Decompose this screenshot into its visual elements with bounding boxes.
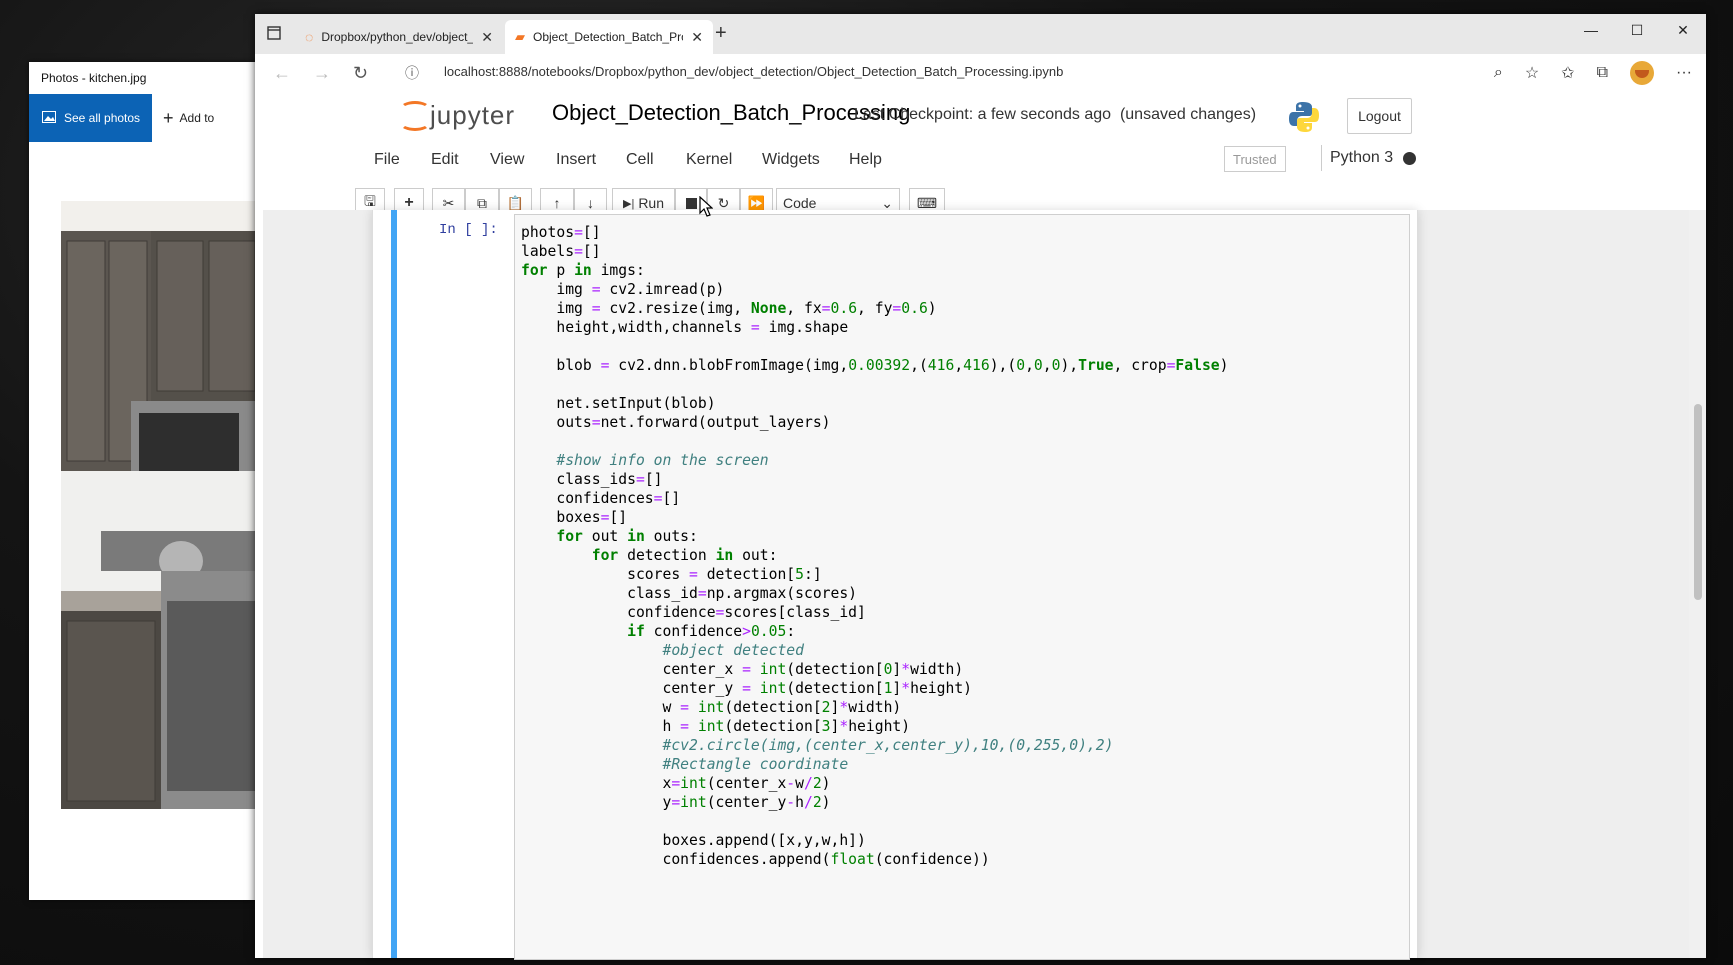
photos-window: Photos - kitchen.jpg See all photos + Ad…: [29, 62, 260, 900]
photos-toolbar: See all photos + Add to: [29, 94, 260, 142]
arrow-down-icon: ↓: [587, 195, 594, 211]
browser-actions: ⌕ ☆ ✩ ⧉ ···: [1494, 54, 1692, 92]
kernel-indicator: Python 3: [1321, 145, 1417, 171]
notebook-favicon-icon: ▰: [515, 29, 525, 44]
close-icon[interactable]: ✕: [691, 29, 703, 46]
url-field[interactable]: localhost:8888/notebooks/Dropbox/python_…: [444, 64, 1063, 79]
new-tab-icon[interactable]: +: [715, 22, 727, 45]
see-all-label: See all photos: [64, 111, 141, 125]
more-icon[interactable]: ···: [1676, 64, 1692, 82]
menu-insert[interactable]: Insert: [556, 142, 596, 178]
menu-edit[interactable]: Edit: [431, 142, 459, 178]
vertical-scrollbar[interactable]: [1689, 210, 1706, 958]
zoom-icon[interactable]: ⌕: [1494, 64, 1503, 82]
favorites-icon[interactable]: ✩: [1561, 63, 1574, 83]
plus-icon: +: [163, 107, 174, 128]
menu-kernel[interactable]: Kernel: [686, 142, 732, 178]
scissors-icon: ✂: [442, 194, 455, 211]
close-window-icon[interactable]: ✕: [1660, 14, 1706, 46]
tab-bar: ◌ Dropbox/python_dev/object_det ✕ ▰ Obje…: [255, 14, 1706, 54]
address-bar: ← → ↻ ⓘ localhost:8888/notebooks/Dropbox…: [255, 54, 1706, 93]
tab-notebook[interactable]: ▰ Object_Detection_Batch_Process ✕: [505, 20, 713, 54]
menu-bar: File Edit View Insert Cell Kernel Widget…: [255, 142, 1706, 178]
scrollbar-thumb[interactable]: [1694, 404, 1702, 600]
menu-widgets[interactable]: Widgets: [762, 142, 820, 178]
stop-icon: [685, 197, 697, 209]
copy-icon: ⧉: [477, 194, 487, 211]
maximize-icon[interactable]: ☐: [1614, 14, 1660, 46]
add-favorite-icon[interactable]: ☆: [1525, 63, 1539, 83]
kernel-name: Python 3: [1330, 149, 1394, 166]
add-to-label: Add to: [179, 111, 215, 125]
cell-type-value: Code: [783, 195, 817, 211]
tab-label: Dropbox/python_dev/object_det: [321, 30, 473, 44]
notebook-container: In [ ]: photos=[] labels=[] for p in img…: [372, 210, 1418, 960]
fast-forward-icon: ⏩: [747, 194, 766, 211]
refresh-icon[interactable]: ↻: [353, 54, 368, 92]
chevron-down-icon: ⌄: [881, 194, 893, 211]
logout-button[interactable]: Logout: [1347, 98, 1412, 134]
jupyter-logo[interactable]: jupyter: [398, 100, 515, 131]
see-all-photos-button[interactable]: See all photos: [29, 94, 152, 142]
add-to-button[interactable]: + Add to: [163, 94, 214, 142]
tab-label: Object_Detection_Batch_Process: [533, 30, 683, 44]
photos-icon: [42, 110, 56, 126]
menu-view[interactable]: View: [490, 142, 524, 178]
tab-dropbox[interactable]: ◌ Dropbox/python_dev/object_det ✕: [295, 20, 503, 54]
arrow-up-icon: ↑: [553, 195, 561, 211]
back-icon[interactable]: ←: [273, 54, 291, 92]
run-label: Run: [638, 195, 664, 211]
jupyter-favicon-icon: ◌: [305, 29, 314, 45]
close-icon[interactable]: ✕: [481, 29, 493, 46]
menu-file[interactable]: File: [374, 142, 400, 178]
photos-title: Photos - kitchen.jpg: [41, 71, 147, 85]
mouse-cursor-icon: [697, 195, 714, 223]
info-icon[interactable]: ⓘ: [405, 54, 419, 92]
keyboard-icon: ⌨: [916, 194, 938, 211]
notebook-area: In [ ]: photos=[] labels=[] for p in img…: [263, 210, 1689, 960]
checkpoint-status: Last Checkpoint: a few seconds ago (unsa…: [854, 106, 1257, 123]
profile-avatar[interactable]: [1630, 61, 1655, 85]
cell-prompt: In [ ]:: [439, 222, 498, 238]
kitchen-photo: [61, 201, 260, 809]
trusted-indicator[interactable]: Trusted: [1224, 146, 1286, 172]
refresh-icon: ↻: [717, 194, 730, 211]
minimize-icon[interactable]: —: [1568, 14, 1614, 46]
kernel-status-icon: [1403, 151, 1417, 165]
code-cell-input[interactable]: photos=[] labels=[] for p in imgs: img =…: [514, 214, 1410, 960]
python-logo-icon: [1287, 100, 1321, 134]
menu-cell[interactable]: Cell: [626, 142, 654, 178]
forward-icon[interactable]: →: [313, 54, 331, 92]
tab-actions-icon[interactable]: [267, 26, 281, 45]
step-forward-icon: ▶|: [622, 197, 635, 210]
jupyter-page: jupyter Object_Detection_Batch_Processin…: [255, 92, 1706, 960]
selected-cell-indicator: [391, 210, 397, 958]
window-controls: — ☐ ✕: [1568, 14, 1706, 46]
code-text: photos=[] labels=[] for p in imgs: img =…: [521, 224, 1229, 868]
menu-help[interactable]: Help: [849, 142, 882, 178]
jupyter-logo-text: jupyter: [430, 100, 516, 130]
jupyter-header: jupyter Object_Detection_Batch_Processin…: [255, 92, 1706, 138]
browser-window: ◌ Dropbox/python_dev/object_det ✕ ▰ Obje…: [255, 14, 1706, 960]
paste-icon: 📋: [506, 194, 525, 211]
jupyter-logo-icon: [398, 100, 430, 131]
collections-icon[interactable]: ⧉: [1597, 64, 1608, 82]
